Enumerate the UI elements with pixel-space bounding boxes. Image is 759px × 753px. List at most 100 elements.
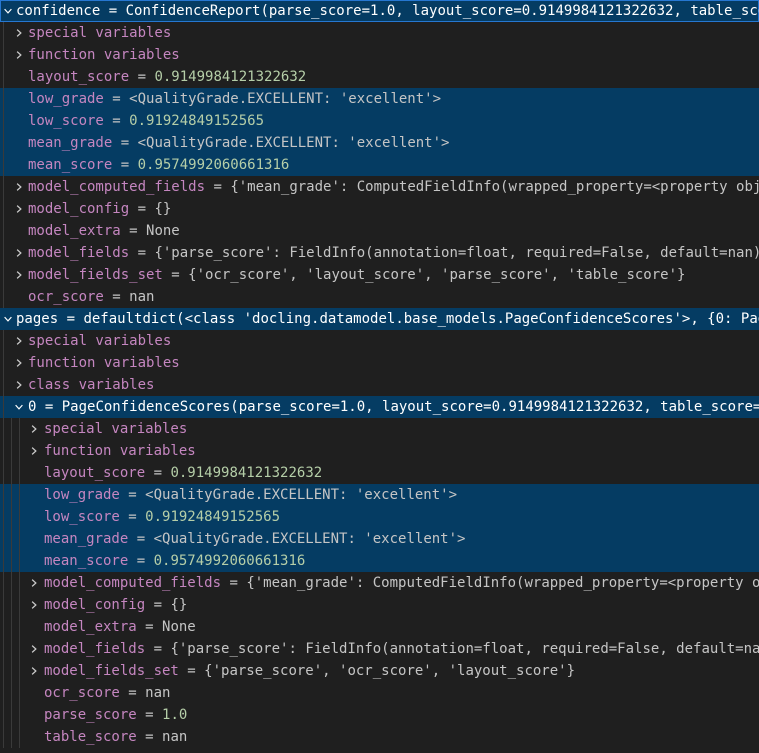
variable-value: defaultdict(<class 'docling.datamodel.ba… xyxy=(83,311,759,327)
chevron-right-icon[interactable] xyxy=(26,660,42,682)
tree-row-model_extra[interactable]: model_extra = None xyxy=(0,616,759,638)
tree-row-class-variables[interactable]: class variables xyxy=(0,374,759,396)
equals-separator: = xyxy=(100,3,125,19)
indent-guide xyxy=(3,176,4,198)
indent-guide xyxy=(19,440,20,462)
chevron-down-icon[interactable] xyxy=(11,396,27,418)
chevron-right-icon[interactable] xyxy=(11,374,27,396)
chevron-right-icon[interactable] xyxy=(26,418,42,440)
tree-row-special-variables[interactable]: special variables xyxy=(0,418,759,440)
tree-row-model_extra[interactable]: model_extra = None xyxy=(0,220,759,242)
chevron-right-icon[interactable] xyxy=(11,22,27,44)
tree-row-table_score[interactable]: table_score = nan xyxy=(0,726,759,748)
chevron-down-icon[interactable] xyxy=(0,0,16,22)
chevron-down-icon[interactable] xyxy=(0,308,16,330)
indent-guide xyxy=(3,528,4,550)
tree-row-model_config[interactable]: model_config = {} xyxy=(0,198,759,220)
indent-guide xyxy=(3,594,4,616)
chevron-right-icon[interactable] xyxy=(11,176,27,198)
indent-guide xyxy=(3,572,4,594)
indent-guide xyxy=(11,594,12,616)
indent-guide xyxy=(3,638,4,660)
indent-guide xyxy=(3,220,4,242)
variable-name: model_extra xyxy=(28,223,121,239)
row-content: model_computed_fields = {'mean_grade': C… xyxy=(0,572,759,594)
row-content: confidence = ConfidenceReport(parse_scor… xyxy=(0,0,759,22)
tree-row-mean_grade[interactable]: mean_grade = <QualityGrade.EXCELLENT: 'e… xyxy=(0,132,759,154)
scope-label: special variables xyxy=(44,421,187,437)
tree-row-model_fields_set[interactable]: model_fields_set = {'parse_score', 'ocr_… xyxy=(0,660,759,682)
tree-row-pages[interactable]: pages = defaultdict(<class 'docling.data… xyxy=(0,308,759,330)
tree-row-layout_score[interactable]: layout_score = 0.9149984121322632 xyxy=(0,66,759,88)
tree-row-parse_score[interactable]: parse_score = 1.0 xyxy=(0,704,759,726)
tree-row-low_score[interactable]: low_score = 0.91924849152565 xyxy=(0,110,759,132)
variable-value: 0.9574992060661316 xyxy=(138,157,290,173)
tree-row-mean_score[interactable]: mean_score = 0.9574992060661316 xyxy=(0,550,759,572)
tree-row-0[interactable]: 0 = PageConfidenceScores(parse_score=1.0… xyxy=(0,396,759,418)
row-content: model_fields = {'parse_score': FieldInfo… xyxy=(0,242,759,264)
tree-row-model_computed_fields[interactable]: model_computed_fields = {'mean_grade': C… xyxy=(0,572,759,594)
tree-row-confidence[interactable]: confidence = ConfidenceReport(parse_scor… xyxy=(0,0,759,22)
variable-name: model_config xyxy=(44,597,145,613)
equals-separator: = xyxy=(112,157,137,173)
chevron-right-icon[interactable] xyxy=(26,594,42,616)
tree-row-low_grade[interactable]: low_grade = <QualityGrade.EXCELLENT: 'ex… xyxy=(0,484,759,506)
variable-value: <QualityGrade.EXCELLENT: 'excellent'> xyxy=(138,135,450,151)
tree-row-model_config[interactable]: model_config = {} xyxy=(0,594,759,616)
variable-name: ocr_score xyxy=(44,685,120,701)
tree-row-ocr_score[interactable]: ocr_score = nan xyxy=(0,682,759,704)
variable-name: model_fields xyxy=(44,641,145,657)
variable-name: ocr_score xyxy=(28,289,104,305)
indent-guide xyxy=(3,440,4,462)
variable-name: low_score xyxy=(44,509,120,525)
row-content: model_extra = None xyxy=(0,616,196,638)
variable-value: <QualityGrade.EXCELLENT: 'excellent'> xyxy=(129,91,441,107)
indent-guide xyxy=(3,550,4,572)
chevron-right-icon[interactable] xyxy=(26,572,42,594)
tree-row-ocr_score[interactable]: ocr_score = nan xyxy=(0,286,759,308)
variable-value: ConfidenceReport(parse_score=1.0, layout… xyxy=(126,3,759,19)
variable-value: None xyxy=(146,223,180,239)
scope-label: function variables xyxy=(28,355,180,371)
tree-row-special-variables[interactable]: special variables xyxy=(0,330,759,352)
chevron-right-icon[interactable] xyxy=(11,198,27,220)
scope-label: class variables xyxy=(28,377,154,393)
indent-guide xyxy=(3,484,4,506)
variable-name: model_fields_set xyxy=(44,663,179,679)
row-content: parse_score = 1.0 xyxy=(0,704,187,726)
indent-guide xyxy=(3,110,4,132)
row-content: ocr_score = nan xyxy=(0,286,154,308)
variable-name: model_config xyxy=(28,201,129,217)
chevron-right-icon[interactable] xyxy=(11,264,27,286)
tree-row-special-variables[interactable]: special variables xyxy=(0,22,759,44)
indent-guide xyxy=(11,638,12,660)
tree-row-low_grade[interactable]: low_grade = <QualityGrade.EXCELLENT: 'ex… xyxy=(0,88,759,110)
indent-guide xyxy=(3,704,4,726)
chevron-right-icon[interactable] xyxy=(26,440,42,462)
chevron-right-icon[interactable] xyxy=(11,242,27,264)
tree-row-model_fields[interactable]: model_fields = {'parse_score': FieldInfo… xyxy=(0,638,759,660)
chevron-right-icon[interactable] xyxy=(26,638,42,660)
tree-row-function-variables[interactable]: function variables xyxy=(0,440,759,462)
variable-name: model_computed_fields xyxy=(28,179,205,195)
tree-row-mean_grade[interactable]: mean_grade = <QualityGrade.EXCELLENT: 'e… xyxy=(0,528,759,550)
tree-row-mean_score[interactable]: mean_score = 0.9574992060661316 xyxy=(0,154,759,176)
tree-row-model_computed_fields[interactable]: model_computed_fields = {'mean_grade': C… xyxy=(0,176,759,198)
tree-row-layout_score[interactable]: layout_score = 0.9149984121322632 xyxy=(0,462,759,484)
indent-guide xyxy=(3,132,4,154)
chevron-right-icon[interactable] xyxy=(11,330,27,352)
tree-row-low_score[interactable]: low_score = 0.91924849152565 xyxy=(0,506,759,528)
chevron-right-icon[interactable] xyxy=(11,44,27,66)
chevron-right-icon[interactable] xyxy=(11,352,27,374)
variable-name: model_extra xyxy=(44,619,137,635)
variable-value: None xyxy=(162,619,196,635)
scope-label: special variables xyxy=(28,25,171,41)
tree-row-function-variables[interactable]: function variables xyxy=(0,352,759,374)
indent-guide xyxy=(3,44,4,66)
indent-guide xyxy=(3,726,4,748)
tree-row-model_fields_set[interactable]: model_fields_set = {'ocr_score', 'layout… xyxy=(0,264,759,286)
tree-row-model_fields[interactable]: model_fields = {'parse_score': FieldInfo… xyxy=(0,242,759,264)
tree-row-function-variables[interactable]: function variables xyxy=(0,44,759,66)
indent-guide xyxy=(11,704,12,726)
indent-guide xyxy=(3,374,4,396)
